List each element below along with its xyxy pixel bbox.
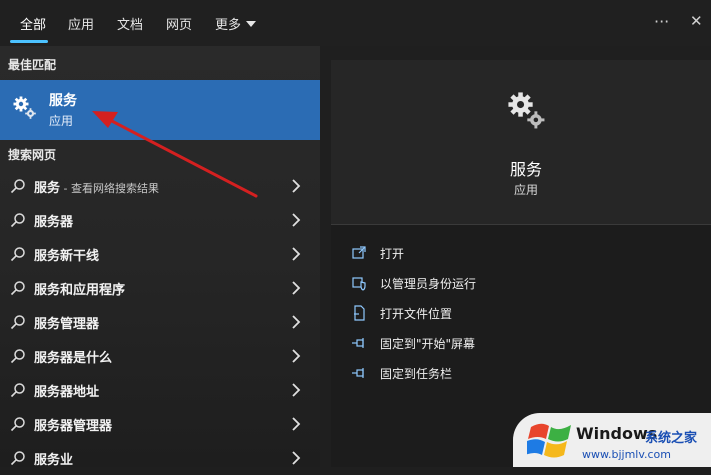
web-result-query: 服务 [34,181,61,196]
tab-all[interactable]: 全部 [20,14,46,33]
chevron-right-icon [292,349,301,363]
chevron-right-icon [292,451,301,465]
web-result-label: 服务器地址 [34,385,100,400]
action-label: 固定到"开始"屏幕 [380,337,476,351]
web-result-row[interactable]: 服务业 [0,441,320,475]
chevron-right-icon [292,247,301,261]
watermark-url: www.bjjmlv.com [582,448,671,461]
action-label: 打开文件位置 [380,307,453,321]
preview-pane: 服务 应用 打开 以管理员身份运行 打开文件位置 固定到"开始"屏幕 固定到任务… [331,60,711,467]
watermark-site-name: 系统之家 [645,431,698,446]
shield-icon [352,277,366,291]
search-icon [10,417,25,432]
web-result-row[interactable]: 服务 - 查看网络搜索结果 [0,169,320,203]
divider [331,224,711,225]
chevron-right-icon [292,383,301,397]
windows-logo-icon [527,423,571,458]
watermark: Windows 系统之家 www.bjjmlv.com [513,413,711,467]
web-result-label: 服务 - 查看网络搜索结果 [34,177,159,196]
web-result-row[interactable]: 服务管理器 [0,305,320,339]
search-icon [10,315,25,330]
chevron-right-icon [292,281,301,295]
tab-web[interactable]: 网页 [166,14,192,33]
web-result-label: 服务业 [34,453,74,468]
search-icon [10,349,25,364]
search-icon [10,247,25,262]
tab-more-label: 更多 [215,18,242,33]
top-tab-bar: 全部 应用 文档 网页 更多 ··· ✕ [0,0,711,46]
gear-icon [508,92,545,129]
more-options-icon[interactable]: ··· [654,12,669,31]
preview-header: 服务 应用 [331,60,711,224]
tab-more[interactable]: 更多 [215,14,257,33]
best-match-heading: 最佳匹配 [8,58,57,72]
best-match-item-services[interactable]: 服务 应用 [0,80,320,140]
best-match-subtitle: 应用 [49,114,74,128]
web-result-row[interactable]: 服务器 [0,203,320,237]
web-result-row[interactable]: 服务和应用程序 [0,271,320,305]
search-icon [10,451,25,466]
action-label: 以管理员身份运行 [380,277,477,291]
pin-icon [352,338,364,348]
search-icon [10,281,25,296]
web-result-suffix: - 查看网络搜索结果 [60,182,159,195]
preview-title: 服务 [509,160,542,179]
chevron-down-icon [246,21,257,27]
web-result-label: 服务器是什么 [34,351,113,366]
web-result-label: 服务管理器 [34,317,100,332]
web-result-row[interactable]: 服务器管理器 [0,407,320,441]
web-result-row[interactable]: 服务新干线 [0,237,320,271]
tab-documents[interactable]: 文档 [117,14,143,33]
gear-icon [13,96,36,119]
web-result-label: 服务器 [34,215,74,230]
chevron-right-icon [292,315,301,329]
web-search-heading: 搜索网页 [8,148,57,162]
active-tab-indicator [10,40,48,43]
close-icon[interactable]: ✕ [690,12,703,30]
chevron-right-icon [292,417,301,431]
file-location-icon [354,305,365,321]
web-result-label: 服务新干线 [34,249,100,264]
results-pane: 最佳匹配 服务 应用 搜索网页 服务 - 查看网络搜索结果 服务器 服务新干线 … [0,46,320,468]
open-icon [352,246,366,259]
web-result-row[interactable]: 服务器是什么 [0,339,320,373]
preview-subtitle: 应用 [513,183,538,197]
search-icon [10,213,25,228]
web-result-row[interactable]: 服务器地址 [0,373,320,407]
action-label: 固定到任务栏 [380,367,453,381]
search-icon [10,383,25,398]
tab-apps[interactable]: 应用 [68,14,94,33]
web-result-label: 服务器管理器 [34,419,113,434]
chevron-right-icon [292,213,301,227]
chevron-right-icon [292,179,301,193]
pin-icon [352,368,364,378]
search-icon [10,179,25,194]
web-result-label: 服务和应用程序 [34,283,126,298]
best-match-title: 服务 [49,93,77,109]
action-label: 打开 [380,247,405,261]
